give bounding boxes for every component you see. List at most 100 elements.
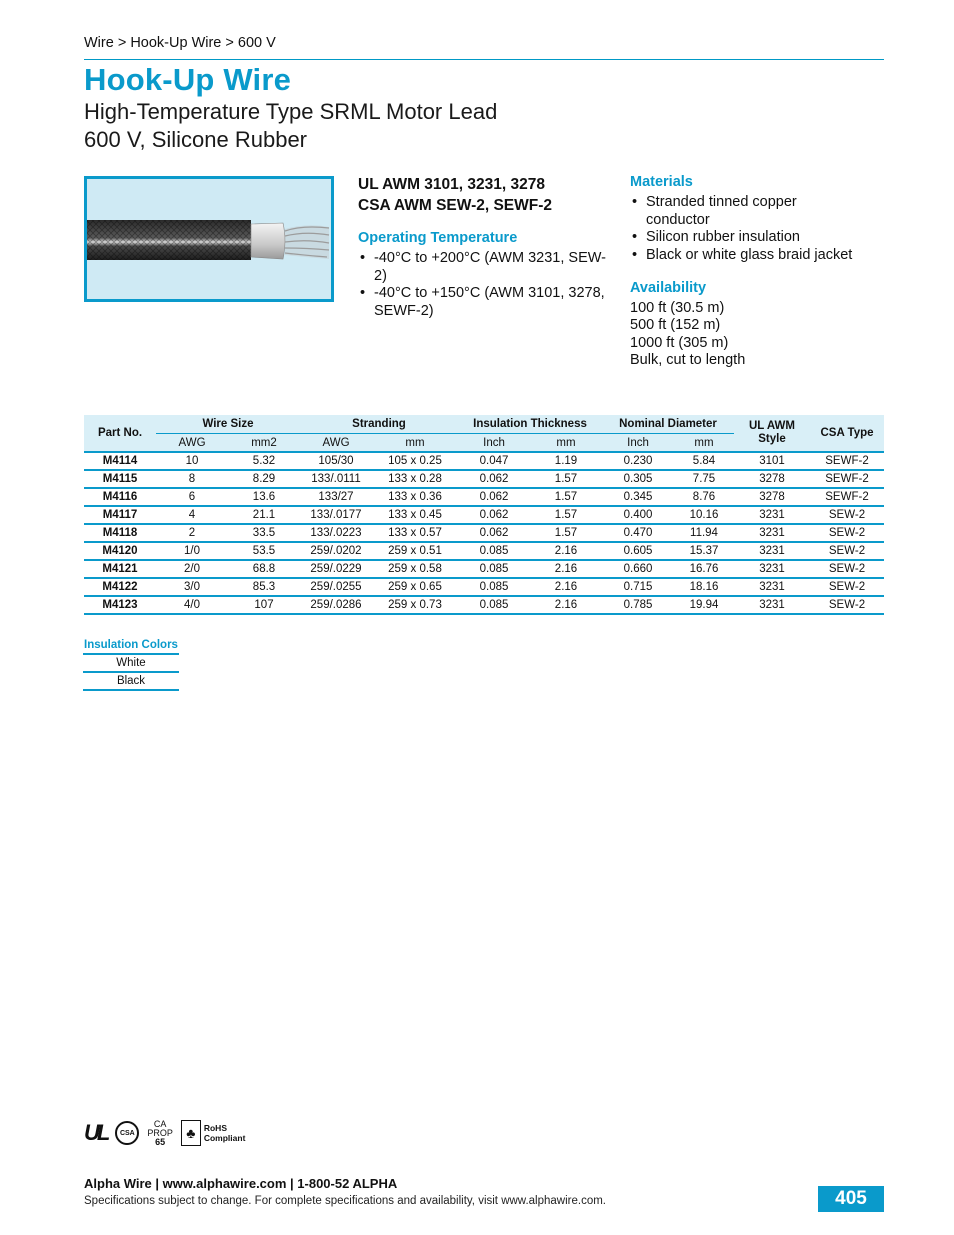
table-cell: 3278 bbox=[734, 488, 810, 507]
table-cell: 16.76 bbox=[674, 560, 734, 579]
table-cell: 259 x 0.73 bbox=[372, 596, 458, 615]
table-cell: 2 bbox=[156, 524, 228, 543]
table-cell: 10 bbox=[156, 452, 228, 471]
ul-approval: UL AWM 3101, 3231, 3278 bbox=[358, 176, 545, 193]
table-cell: 19.94 bbox=[674, 596, 734, 615]
breadcrumb: Wire > Hook-Up Wire > 600 V bbox=[84, 35, 276, 51]
part-number-cell: M4118 bbox=[84, 524, 156, 543]
csa-logo-icon: CSA bbox=[115, 1121, 140, 1145]
table-cell: 4/0 bbox=[156, 596, 228, 615]
table-cell: 2.16 bbox=[530, 560, 602, 579]
table-cell: 5.32 bbox=[228, 452, 300, 471]
subtitle-line-1: High-Temperature Type SRML Motor Lead bbox=[84, 99, 498, 124]
table-cell: 0.062 bbox=[458, 470, 530, 489]
table-cell: 133 x 0.28 bbox=[372, 470, 458, 489]
table-cell: 1.19 bbox=[530, 452, 602, 471]
table-cell: 3231 bbox=[734, 578, 810, 597]
page-number: 405 bbox=[818, 1186, 884, 1212]
table-cell: 21.1 bbox=[228, 506, 300, 525]
table-row: M4117 4 21.1 133/.0177 133 x 0.45 0.062 1.57 0.… bbox=[84, 506, 884, 525]
table-cell: 133/.0223 bbox=[300, 524, 372, 543]
table-cell: SEWF-2 bbox=[810, 488, 884, 507]
table-cell: 3231 bbox=[734, 560, 810, 579]
table-cell: 2/0 bbox=[156, 560, 228, 579]
materials-column: Materials Stranded tinned copper conduct… bbox=[630, 174, 890, 369]
header-csa-type: CSA Type bbox=[810, 415, 884, 453]
footer-disclaimer: Specifications subject to change. For co… bbox=[84, 1195, 607, 1207]
table-cell: 33.5 bbox=[228, 524, 300, 543]
table-body: M4114 10 5.32 105/30 105 x 0.25 0.047 1.19 0.23… bbox=[84, 452, 884, 615]
specifications-table: Part No. Wire Size Stranding Insulation … bbox=[84, 415, 884, 615]
table-row: M4122 3/0 85.3 259/.0255 259 x 0.65 0.085 2.16… bbox=[84, 578, 884, 597]
rohs-line: Compliant bbox=[203, 1133, 246, 1143]
table-cell: 0.660 bbox=[602, 560, 674, 579]
rohs-logo-icon: ♣ RoHS Compliant bbox=[180, 1120, 246, 1146]
subheader-stranding-mm: mm bbox=[372, 433, 458, 453]
table-cell: 15.37 bbox=[674, 542, 734, 561]
certification-logos: UL CSA CA PROP 65 ♣ RoHS Compliant bbox=[84, 1118, 245, 1148]
table-cell: 259 x 0.58 bbox=[372, 560, 458, 579]
part-number-cell: M4123 bbox=[84, 596, 156, 615]
table-cell: 133/27 bbox=[300, 488, 372, 507]
list-item: Bulk, cut to length bbox=[630, 351, 746, 368]
table-cell: 8.76 bbox=[674, 488, 734, 507]
table-cell: 53.5 bbox=[228, 542, 300, 561]
insulation-colors-table: Insulation Colors White Black bbox=[83, 639, 179, 691]
table-cell: 10.16 bbox=[674, 506, 734, 525]
table-cell: 0.305 bbox=[602, 470, 674, 489]
header-nominal-diameter: Nominal Diameter bbox=[602, 415, 734, 434]
table-cell: 133 x 0.57 bbox=[372, 524, 458, 543]
operating-temperature-heading: Operating Temperature bbox=[358, 230, 518, 246]
table-cell: 3/0 bbox=[156, 578, 228, 597]
header-divider bbox=[84, 59, 884, 60]
materials-list: Stranded tinned copper conductor Silicon… bbox=[630, 194, 890, 264]
page-subtitle: High-Temperature Type SRML Motor Lead 60… bbox=[84, 98, 497, 154]
table-cell: 0.062 bbox=[458, 488, 530, 507]
table-row: M4115 8 8.29 133/.0111 133 x 0.28 0.062 1.57 0.… bbox=[84, 470, 884, 489]
table-cell: 2.16 bbox=[530, 578, 602, 597]
header-ul-awm-style: UL AWM Style bbox=[734, 415, 810, 453]
page-title: Hook-Up Wire bbox=[84, 62, 292, 97]
header-insulation-thickness: Insulation Thickness bbox=[458, 415, 602, 434]
part-number-cell: M4117 bbox=[84, 506, 156, 525]
insulation-color-item: White bbox=[83, 655, 179, 673]
table-cell: 4 bbox=[156, 506, 228, 525]
table-cell: 105/30 bbox=[300, 452, 372, 471]
subheader-diameter-mm: mm bbox=[674, 433, 734, 453]
table-cell: 8 bbox=[156, 470, 228, 489]
table-cell: 0.470 bbox=[602, 524, 674, 543]
table-cell: SEW-2 bbox=[810, 560, 884, 579]
subheader-mm2: mm2 bbox=[228, 433, 300, 453]
list-item: 100 ft (30.5 m) bbox=[630, 300, 725, 316]
list-item: -40°C to +150°C (AWM 3101, 3278, SEWF-2) bbox=[358, 285, 608, 320]
rohs-text: RoHS Compliant bbox=[204, 1123, 246, 1143]
table-cell: 1/0 bbox=[156, 542, 228, 561]
table-cell: 1.57 bbox=[530, 470, 602, 489]
table-cell: 3231 bbox=[734, 596, 810, 615]
table-cell: SEW-2 bbox=[810, 506, 884, 525]
table-cell: 3231 bbox=[734, 542, 810, 561]
table-cell: 0.085 bbox=[458, 596, 530, 615]
table-cell: 1.57 bbox=[530, 488, 602, 507]
table-cell: 7.75 bbox=[674, 470, 734, 489]
table-cell: 259 x 0.51 bbox=[372, 542, 458, 561]
table-cell: 0.715 bbox=[602, 578, 674, 597]
table-cell: 259/.0202 bbox=[300, 542, 372, 561]
subheader-insulation-mm: mm bbox=[530, 433, 602, 453]
table-cell: 3101 bbox=[734, 452, 810, 471]
table-cell: 133 x 0.36 bbox=[372, 488, 458, 507]
list-item: 500 ft (152 m) bbox=[630, 317, 721, 334]
materials-heading: Materials bbox=[630, 174, 693, 190]
table-cell: 1.57 bbox=[530, 524, 602, 543]
table-cell: 85.3 bbox=[228, 578, 300, 597]
table-cell: SEWF-2 bbox=[810, 470, 884, 489]
table-row: M4118 2 33.5 133/.0223 133 x 0.57 0.062 1.57 0.… bbox=[84, 524, 884, 543]
part-number-cell: M4121 bbox=[84, 560, 156, 579]
table-cell: 11.94 bbox=[674, 524, 734, 543]
list-item: -40°C to +200°C (AWM 3231, SEW-2) bbox=[358, 250, 608, 285]
table-cell: SEWF-2 bbox=[810, 452, 884, 471]
subheader-diameter-inch: Inch bbox=[602, 433, 674, 453]
part-number-cell: M4115 bbox=[84, 470, 156, 489]
prop65-line: 65 bbox=[155, 1136, 166, 1147]
header-stranding: Stranding bbox=[300, 415, 458, 434]
